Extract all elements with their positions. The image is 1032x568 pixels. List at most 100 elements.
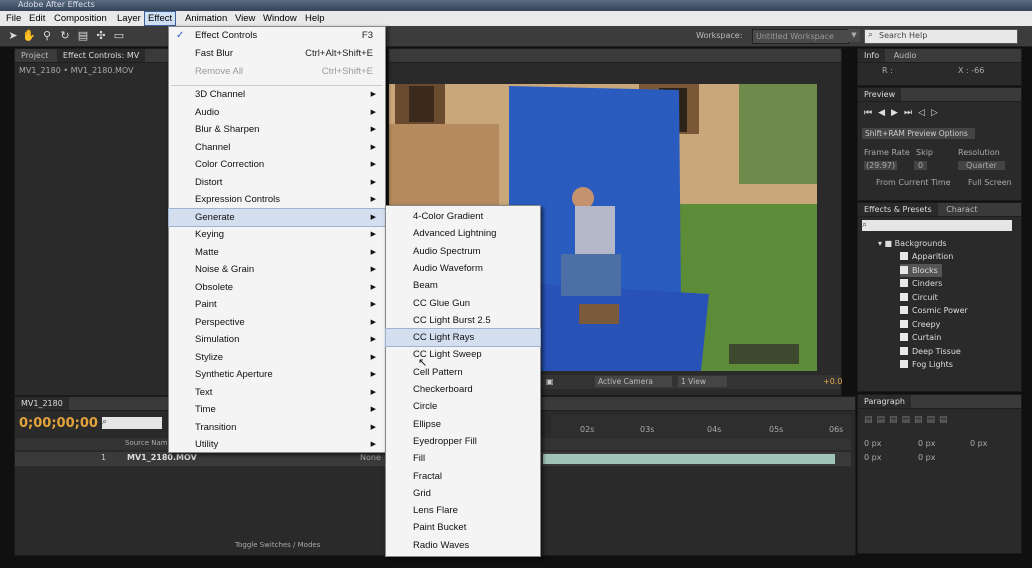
menu-item-text[interactable]: Text ▶ [169,384,385,401]
skip-select[interactable]: 0 [914,161,928,170]
menu-item-stylize[interactable]: Stylize ▶ [169,349,385,366]
submenu-item-circle[interactable]: Circle [386,398,540,415]
submenu-item-cc-light-burst[interactable]: CC Light Burst 2.5 [386,312,540,329]
layer-bar[interactable] [543,454,835,464]
tab-effects-presets[interactable]: Effects & Presets [858,203,938,216]
workspace-select[interactable]: Untitled Workspace [752,29,849,44]
submenu-item-cell-pattern[interactable]: Cell Pattern [386,364,540,381]
mask-tool-icon[interactable]: ▭ [112,29,126,43]
menu-item-obsolete[interactable]: Obsolete ▶ [169,279,385,296]
menu-item-noise-grain[interactable]: Noise & Grain ▶ [169,261,385,278]
menu-item-color-correction[interactable]: Color Correction ▶ [169,156,385,173]
menu-edit[interactable]: Edit [26,12,48,25]
submenu-item-beam[interactable]: Beam [386,277,540,294]
menu-animation[interactable]: Animation [182,12,230,25]
submenu-item-audio-spectrum[interactable]: Audio Spectrum [386,243,540,260]
list-item[interactable]: Blocks [900,264,942,277]
list-item[interactable]: Curtain [900,331,941,344]
playback-controls[interactable]: ⏮◀▶⏭◁▷ [864,108,944,118]
selection-tool-icon[interactable]: ➤ [6,29,20,43]
tab-info[interactable]: Info [858,49,886,62]
tab-timeline[interactable]: MV1_2180 [15,397,69,410]
menu-item-audio[interactable]: Audio ▶ [169,104,385,121]
tab-character[interactable]: Charact [940,203,983,216]
list-item[interactable]: Fog Lights [900,358,953,371]
menu-item-distort[interactable]: Distort ▶ [169,174,385,191]
submenu-item-advanced-lightning[interactable]: Advanced Lightning [386,225,540,242]
submenu-item-fractal[interactable]: Fractal [386,468,540,485]
menu-item-channel[interactable]: Channel ▶ [169,139,385,156]
menu-window[interactable]: Window [260,12,300,25]
menu-effect[interactable]: Effect [144,11,177,26]
submenu-item-cc-light-sweep[interactable]: CC Light Sweep [386,346,540,363]
submenu-item-lens-flare[interactable]: Lens Flare [386,502,540,519]
menu-item-keying[interactable]: Keying ▶ [169,226,385,243]
tab-project[interactable]: Project [15,49,54,62]
menu-item-effect-controls[interactable]: ✓ Effect Controls F3 [169,27,385,44]
submenu-item-radio-waves[interactable]: Radio Waves [386,537,540,554]
menu-item-3d-channel[interactable]: 3D Channel ▶ [169,86,385,103]
layer-name[interactable]: MV1_2180.MOV [127,453,197,462]
list-item[interactable]: Deep Tissue [900,345,961,358]
menu-item-time[interactable]: Time ▶ [169,401,385,418]
submenu-item-ellipse[interactable]: Ellipse [386,416,540,433]
help-search-input[interactable]: ⌕ Search Help [864,29,1018,44]
menu-item-expression-controls[interactable]: Expression Controls ▶ [169,191,385,208]
menu-item-perspective[interactable]: Perspective ▶ [169,314,385,331]
menu-composition[interactable]: Composition [51,12,110,25]
parent-select[interactable]: None [360,453,381,462]
rotate-tool-icon[interactable]: ↻ [58,29,72,43]
exposure-value[interactable]: +0.0 [823,377,842,386]
tab-audio[interactable]: Audio [888,49,923,62]
menu-view[interactable]: View [232,12,258,25]
tab-effect-controls[interactable]: Effect Controls: MV [56,49,146,62]
list-item[interactable]: Cinders [900,277,942,290]
menu-item-simulation[interactable]: Simulation ▶ [169,331,385,348]
submenu-item-cc-glue-gun[interactable]: CC Glue Gun [386,295,540,312]
submenu-item-audio-waveform[interactable]: Audio Waveform [386,260,540,277]
menu-item-paint[interactable]: Paint ▶ [169,296,385,313]
menu-item-transition[interactable]: Transition ▶ [169,419,385,436]
submenu-item-4-color-gradient[interactable]: 4-Color Gradient [386,208,540,225]
pan-behind-tool-icon[interactable]: ✣ [94,29,108,43]
time-ruler[interactable]: 02s 03s 04s 05s 06s [551,415,851,437]
submenu-item-checkerboard[interactable]: Checkerboard [386,381,540,398]
chevron-down-icon[interactable]: ▼ [848,29,860,42]
menu-file[interactable]: File [3,12,24,25]
menu-item-generate[interactable]: Generate ▶ [168,207,386,227]
folder-backgrounds[interactable]: ▾ ■ Backgrounds [878,237,947,250]
list-item[interactable]: Circuit [900,291,938,304]
menu-layer[interactable]: Layer [114,12,144,25]
active-camera-select[interactable]: Active Camera [595,376,672,387]
toggle-switches-modes[interactable]: Toggle Switches / Modes [235,541,320,549]
menu-item-matte[interactable]: Matte ▶ [169,244,385,261]
menu-item-fast-blur[interactable]: Fast Blur Ctrl+Alt+Shift+E [169,45,385,62]
indent-first[interactable]: 0 px [970,439,987,448]
submenu-item-cc-light-rays[interactable]: CC Light Rays [385,328,541,348]
frame-rate-select[interactable]: (29.97) [864,161,898,170]
indent-right[interactable]: 0 px [918,439,935,448]
submenu-item-paint-bucket[interactable]: Paint Bucket [386,519,540,536]
list-item[interactable]: Apparition [900,250,953,263]
menu-item-utility[interactable]: Utility ▶ [169,436,385,453]
from-current-time-checkbox[interactable]: From Current Time [876,178,951,187]
menu-item-blur-sharpen[interactable]: Blur & Sharpen ▶ [169,121,385,138]
view-layout-select[interactable]: 1 View [678,376,727,387]
space-after[interactable]: 0 px [918,453,935,462]
submenu-item-grid[interactable]: Grid [386,485,540,502]
camera-tool-icon[interactable]: ▤ [76,29,90,43]
indent-left[interactable]: 0 px [864,439,881,448]
full-screen-checkbox[interactable]: Full Screen [968,178,1012,187]
submenu-item-eyedropper-fill[interactable]: Eyedropper Fill [386,433,540,450]
grid-icon[interactable]: ▣ [546,377,554,386]
alignment-buttons[interactable]: ▤▤▤▤▤▤▤ [864,415,1004,425]
submenu-item-fill[interactable]: Fill [386,450,540,467]
effects-search-input[interactable]: ⌕ [862,220,1012,231]
tab-paragraph[interactable]: Paragraph [858,395,911,408]
list-item[interactable]: Cosmic Power [900,304,968,317]
list-item[interactable]: Creepy [900,318,940,331]
tab-preview[interactable]: Preview [858,88,902,101]
resolution-select[interactable]: Quarter [958,161,1005,170]
ram-preview-options[interactable]: Shift+RAM Preview Options [862,128,975,139]
timeline-search-input[interactable]: ⌕ [102,417,162,429]
